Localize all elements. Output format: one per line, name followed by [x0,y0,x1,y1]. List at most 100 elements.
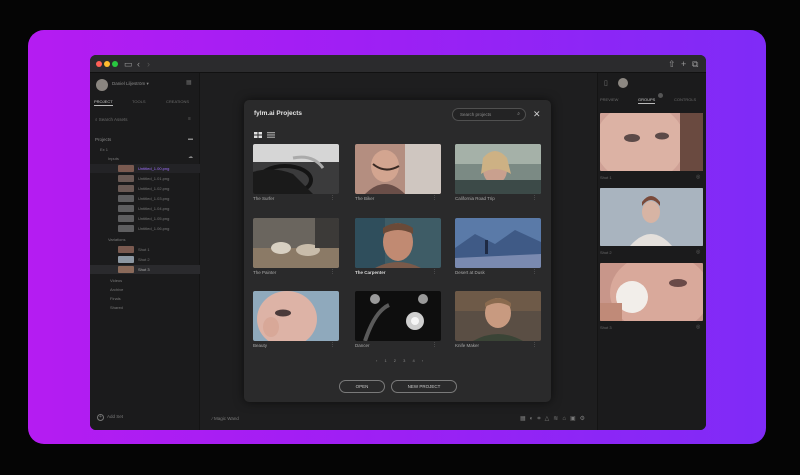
asset-search-placeholder: Search Assets [98,117,128,122]
cloud-icon[interactable]: ☁ [188,154,193,160]
folder-icon[interactable]: ▬ [188,136,193,142]
project-card-dancer[interactable]: Dancer ⋮ [355,291,441,355]
project-card-knife-maker[interactable]: Knife Maker ⋮ [455,291,541,355]
maximize-window-dot[interactable] [112,61,118,67]
file-thumbnail [118,256,134,263]
close-window-dot[interactable] [96,61,102,67]
tree-folder-ex1[interactable]: Ex 1 [90,145,200,154]
forward-arrow-icon[interactable]: › [147,57,150,71]
options-icon[interactable]: ◎ [696,174,700,180]
search-icon: ⌕ [95,117,98,122]
tree-label: Untitled_1.05.png [138,216,170,221]
project-name: The Surfer [253,196,275,201]
portrait-illustration [600,188,703,246]
sidebar-toggle-icon[interactable]: ▭ [124,57,133,71]
more-options-icon[interactable]: ⋮ [532,342,537,348]
more-options-icon[interactable]: ⋮ [330,195,335,201]
avatar[interactable] [618,78,628,88]
tab-creations[interactable]: CREATIONS [166,99,189,104]
magic-wand-tool[interactable]: ⁄ Magic Wand [212,416,239,421]
list-view-icon[interactable] [267,132,275,138]
tree-folder-archive[interactable]: Archive [90,285,200,294]
asset-search[interactable]: ⌕ Search Assets [95,117,128,122]
crop-icon[interactable]: ⌗ [537,416,544,422]
tree-file[interactable]: Untitled_1.05.png [90,214,200,223]
tab-tools[interactable]: TOOLS [132,99,146,104]
minimize-window-dot[interactable] [104,61,110,67]
back-arrow-icon[interactable]: ‹ [137,57,140,71]
settings-icon[interactable]: ⚙ [580,416,589,422]
more-options-icon[interactable]: ⋮ [532,269,537,275]
shot-2-preview[interactable] [600,188,703,246]
filter-icon[interactable]: ≡ [188,116,191,122]
pagination[interactable]: ‹ 1 2 3 4 › [376,358,426,363]
tab-preview[interactable]: PREVIEW [600,97,618,102]
tree-label: Untitled_1.01.png [138,176,170,181]
open-button[interactable]: OPEN [339,380,385,393]
tree-folder-variations[interactable]: Variations [90,235,200,244]
tab-controls[interactable]: CONTROLS [674,97,696,102]
share-icon[interactable]: ⇧ [668,57,676,71]
more-options-icon[interactable]: ⋮ [330,342,335,348]
project-name: Desert at Dusk [455,270,485,275]
options-icon[interactable]: ◎ [696,249,700,255]
image-icon[interactable]: ▣ [570,416,580,422]
browser-titlebar: ▭ ‹ › ⇧ + ⧉ [90,55,706,73]
shot-2-caption: Shot 2 [600,250,612,255]
project-card-california-road-trip[interactable]: California Road Trip ⋮ [455,144,541,208]
project-thumbnail [455,144,541,194]
tree-file[interactable]: Untitled_1.04.png [90,204,200,213]
tree-folder-shared[interactable]: Shared [90,303,200,312]
shot-1-preview[interactable] [600,113,703,171]
file-thumbnail [118,185,134,192]
project-card-beauty[interactable]: Beauty ⋮ [253,291,339,355]
tree-folder-videos[interactable]: Videos [90,276,200,285]
tree-file[interactable]: Shot 1 [90,245,200,254]
options-icon[interactable]: ◎ [696,324,700,330]
tree-file[interactable]: Untitled_1.03.png [90,194,200,203]
avatar[interactable] [96,79,108,91]
more-options-icon[interactable]: ⋮ [432,269,437,275]
tree-folder-inputs[interactable]: Inputs [90,154,200,163]
project-thumbnail [253,291,339,341]
skincare-illustration [600,263,703,321]
tree-file[interactable]: Untitled_1.02.png [90,184,200,193]
close-icon[interactable]: ✕ [533,108,541,120]
tree-label: Untitled_1.03.png [138,196,170,201]
more-options-icon[interactable]: ⋮ [432,195,437,201]
layout-icon[interactable]: ▦ [186,79,192,86]
project-card-the-carpenter[interactable]: The Carpenter ⋮ [355,218,441,282]
project-card-the-painter[interactable]: The Painter ⋮ [253,218,339,282]
new-tab-icon[interactable]: + [681,57,686,71]
tabs-overview-icon[interactable]: ⧉ [692,57,698,71]
grid-view-icon[interactable] [254,132,262,138]
lock-icon[interactable]: ⌂ [562,416,570,422]
tree-file[interactable]: Untitled_1.01.png [90,174,200,183]
project-search-input[interactable]: Search projects ⌕ [452,108,526,121]
project-card-desert-at-dusk[interactable]: Desert at Dusk ⋮ [455,218,541,282]
project-card-the-biker[interactable]: The Biker ⋮ [355,144,441,208]
add-set-button[interactable]: + Add Set [97,414,123,421]
tab-groups[interactable]: GROUPS [638,97,656,104]
user-name[interactable]: Daniel Liljeström ▾ [112,81,149,87]
more-options-icon[interactable]: ⋮ [532,195,537,201]
layers-icon[interactable]: ≋ [553,416,562,422]
search-icon: ⌕ [517,111,520,117]
tree-file[interactable]: Untitled_1.06.png [90,224,200,233]
tree-file[interactable]: Shot 3 [90,265,200,274]
tree-file[interactable]: Untitled_1.00.png [90,164,200,173]
warning-icon[interactable]: △ [545,416,554,422]
project-thumbnail [253,218,339,268]
tree-folder-finals[interactable]: Finals [90,294,200,303]
more-options-icon[interactable]: ⋮ [330,269,335,275]
tree-file[interactable]: Shot 2 [90,255,200,264]
panel-toggle-icon[interactable]: ▯ [604,79,608,87]
new-project-button[interactable]: NEW PROJECT [391,380,457,393]
more-options-icon[interactable]: ⋮ [432,342,437,348]
right-panel-tabs: PREVIEW GROUPS CONTROLS [598,97,706,107]
project-card-the-surfer[interactable]: The Surfer ⋮ [253,144,339,208]
grid-icon[interactable]: ▦ [520,416,530,422]
shot-3-preview[interactable] [600,263,703,321]
tree-label: Untitled_1.02.png [138,186,170,191]
tab-project[interactable]: PROJECT [94,99,113,106]
